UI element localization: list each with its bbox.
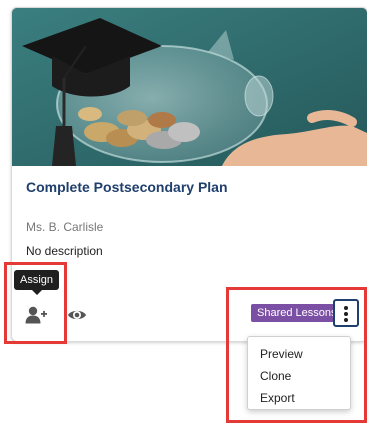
piggy-bank-image (12, 8, 367, 166)
options-menu: Preview Clone Export (247, 336, 351, 410)
menu-item-preview[interactable]: Preview (248, 343, 350, 365)
user-plus-icon (25, 306, 47, 324)
shared-lessons-badge: Shared Lessons (251, 304, 343, 322)
lesson-description: No description (26, 244, 103, 258)
page: Complete Postsecondary Plan Ms. B. Carli… (0, 0, 367, 427)
preview-button[interactable] (67, 305, 87, 325)
more-options-button[interactable] (333, 299, 359, 327)
lesson-author: Ms. B. Carlisle (26, 220, 104, 234)
menu-item-clone[interactable]: Clone (248, 365, 350, 387)
assign-tooltip: Assign (14, 270, 60, 295)
assign-button[interactable] (25, 306, 47, 324)
card-image (12, 8, 367, 166)
eye-icon (68, 310, 86, 320)
lesson-card: Complete Postsecondary Plan Ms. B. Carli… (11, 7, 367, 342)
lesson-title[interactable]: Complete Postsecondary Plan (26, 179, 228, 195)
menu-item-export[interactable]: Export (248, 387, 350, 409)
